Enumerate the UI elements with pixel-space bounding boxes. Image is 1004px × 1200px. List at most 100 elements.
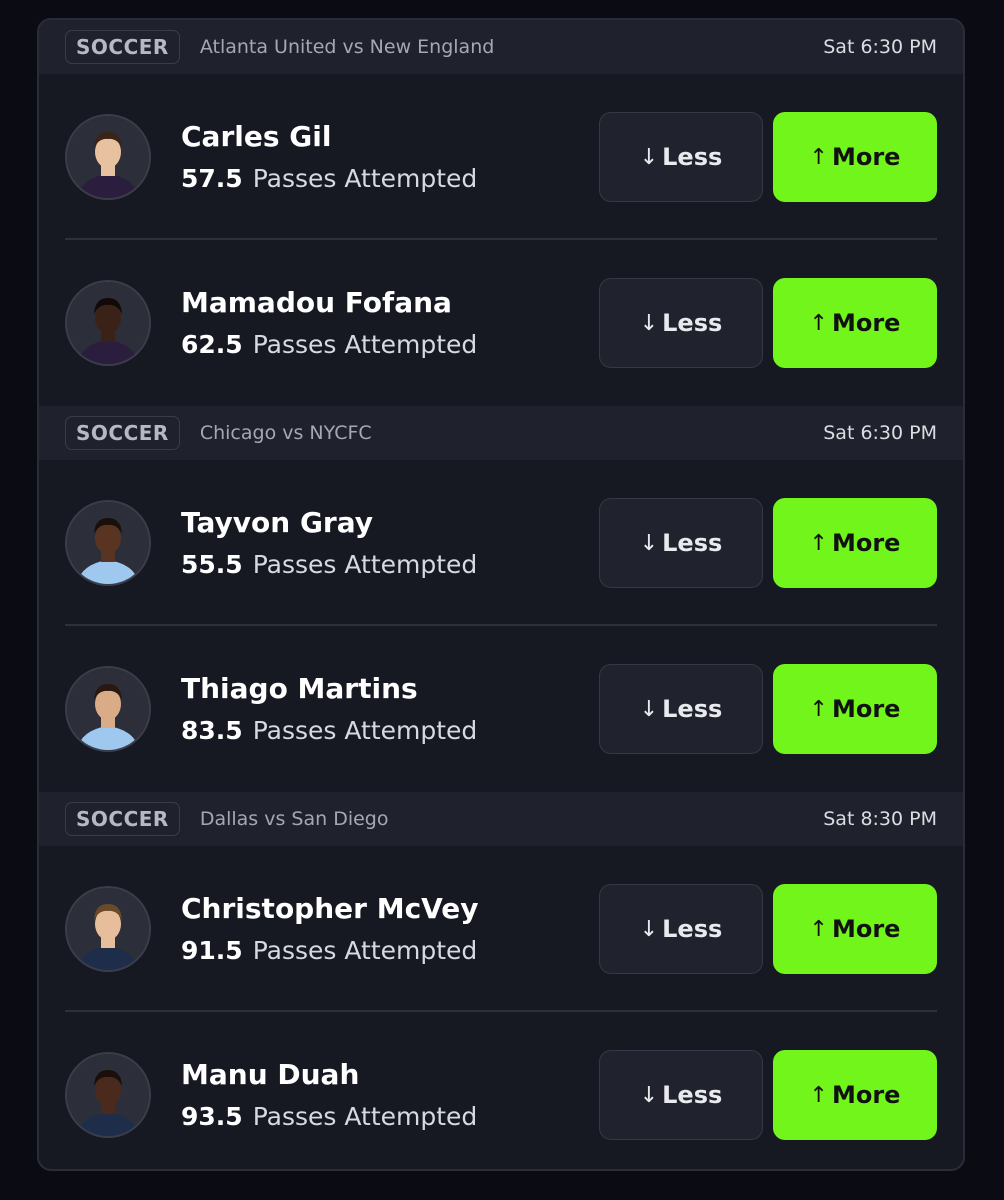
player-info: Mamadou Fofana 62.5 Passes Attempted <box>181 285 477 361</box>
more-button[interactable]: ↑ More <box>773 884 937 974</box>
arrow-up-icon: ↑ <box>809 144 828 170</box>
arrow-down-icon: ↓ <box>639 530 659 556</box>
player-photo-icon <box>67 668 149 750</box>
pick-buttons: ↓ Less ↑ More <box>599 884 937 974</box>
more-button[interactable]: ↑ More <box>773 664 937 754</box>
more-label: More <box>831 529 901 557</box>
more-button[interactable]: ↑ More <box>773 1050 937 1140</box>
picks-card: SOCCER Atlanta United vs New England Sat… <box>37 18 965 1171</box>
player-photo-icon <box>67 116 149 198</box>
less-button[interactable]: ↓ Less <box>599 112 763 202</box>
player-info: Thiago Martins 83.5 Passes Attempted <box>181 671 477 747</box>
player-info: Carles Gil 57.5 Passes Attempted <box>181 119 477 195</box>
game-header: SOCCER Chicago vs NYCFC Sat 6:30 PM <box>39 406 963 460</box>
arrow-down-icon: ↓ <box>639 1082 659 1108</box>
game-time: Sat 6:30 PM <box>823 36 937 58</box>
stat-type: Passes Attempted <box>252 164 478 193</box>
player-row: Thiago Martins 83.5 Passes Attempted ↓ Les… <box>39 626 963 792</box>
pick-buttons: ↓ Less ↑ More <box>599 278 937 368</box>
more-label: More <box>831 915 901 943</box>
game-time: Sat 6:30 PM <box>823 422 937 444</box>
pick-buttons: ↓ Less ↑ More <box>599 664 937 754</box>
matchup: Dallas vs San Diego <box>199 808 389 830</box>
less-button[interactable]: ↓ Less <box>599 278 763 368</box>
game-header: SOCCER Atlanta United vs New England Sat… <box>39 20 963 74</box>
player-avatar <box>65 1052 151 1138</box>
projection-line: 57.5 <box>181 164 243 193</box>
arrow-down-icon: ↓ <box>639 696 659 722</box>
less-button[interactable]: ↓ Less <box>599 498 763 588</box>
arrow-up-icon: ↑ <box>809 916 828 942</box>
player-photo-icon <box>67 888 149 970</box>
player-avatar <box>65 114 151 200</box>
player-avatar <box>65 666 151 752</box>
arrow-up-icon: ↑ <box>809 310 828 336</box>
player-row: Manu Duah 93.5 Passes Attempted ↓ Less ↑ Mo… <box>39 1012 963 1169</box>
stat-line: 57.5 Passes Attempted <box>181 163 477 195</box>
player-photo-icon <box>67 1054 149 1136</box>
less-label: Less <box>662 529 723 557</box>
sport-badge: SOCCER <box>65 30 180 64</box>
arrow-up-icon: ↑ <box>809 696 828 722</box>
player-name: Christopher McVey <box>181 892 479 925</box>
sport-badge: SOCCER <box>65 416 180 450</box>
less-button[interactable]: ↓ Less <box>599 884 763 974</box>
game-time: Sat 8:30 PM <box>823 808 937 830</box>
stat-line: 93.5 Passes Attempted <box>181 1101 477 1133</box>
projection-line: 62.5 <box>181 330 243 359</box>
player-avatar <box>65 886 151 972</box>
less-button[interactable]: ↓ Less <box>599 1050 763 1140</box>
matchup: Chicago vs NYCFC <box>199 422 372 444</box>
pick-buttons: ↓ Less ↑ More <box>599 498 937 588</box>
player-photo-icon <box>67 282 149 364</box>
player-name: Thiago Martins <box>181 672 418 705</box>
stat-type: Passes Attempted <box>252 550 478 579</box>
pick-buttons: ↓ Less ↑ More <box>599 112 937 202</box>
less-button[interactable]: ↓ Less <box>599 664 763 754</box>
stat-type: Passes Attempted <box>252 330 478 359</box>
stat-line: 83.5 Passes Attempted <box>181 715 477 747</box>
arrow-down-icon: ↓ <box>639 144 659 170</box>
stat-type: Passes Attempted <box>252 1102 478 1131</box>
more-button[interactable]: ↑ More <box>773 498 937 588</box>
less-label: Less <box>662 695 723 723</box>
more-label: More <box>831 143 901 171</box>
player-name: Carles Gil <box>181 120 332 153</box>
player-info: Manu Duah 93.5 Passes Attempted <box>181 1057 477 1133</box>
less-label: Less <box>662 1081 723 1109</box>
player-name: Manu Duah <box>181 1058 360 1091</box>
pick-buttons: ↓ Less ↑ More <box>599 1050 937 1140</box>
stat-line: 91.5 Passes Attempted <box>181 935 479 967</box>
player-info: Christopher McVey 91.5 Passes Attempted <box>181 891 479 967</box>
player-name: Tayvon Gray <box>181 506 374 539</box>
projection-line: 93.5 <box>181 1102 243 1131</box>
player-avatar <box>65 280 151 366</box>
stat-line: 62.5 Passes Attempted <box>181 329 477 361</box>
player-avatar <box>65 500 151 586</box>
arrow-down-icon: ↓ <box>639 916 659 942</box>
stat-type: Passes Attempted <box>252 936 478 965</box>
player-photo-icon <box>67 502 149 584</box>
arrow-up-icon: ↑ <box>809 1082 828 1108</box>
player-row: Tayvon Gray 55.5 Passes Attempted ↓ Less ↑… <box>39 460 963 626</box>
projection-line: 91.5 <box>181 936 243 965</box>
game-header: SOCCER Dallas vs San Diego Sat 8:30 PM <box>39 792 963 846</box>
stat-line: 55.5 Passes Attempted <box>181 549 477 581</box>
sport-badge: SOCCER <box>65 802 180 836</box>
more-label: More <box>831 309 901 337</box>
player-row: Christopher McVey 91.5 Passes Attempted ↓… <box>39 846 963 1012</box>
arrow-up-icon: ↑ <box>809 530 828 556</box>
player-row: Carles Gil 57.5 Passes Attempted ↓ Less ↑ M… <box>39 74 963 240</box>
less-label: Less <box>662 915 723 943</box>
player-row: Mamadou Fofana 62.5 Passes Attempted ↓ Les… <box>39 240 963 406</box>
player-name: Mamadou Fofana <box>181 286 452 319</box>
player-info: Tayvon Gray 55.5 Passes Attempted <box>181 505 477 581</box>
less-label: Less <box>662 143 723 171</box>
more-button[interactable]: ↑ More <box>773 112 937 202</box>
projection-line: 83.5 <box>181 716 243 745</box>
more-button[interactable]: ↑ More <box>773 278 937 368</box>
projection-line: 55.5 <box>181 550 243 579</box>
more-label: More <box>831 695 901 723</box>
more-label: More <box>831 1081 901 1109</box>
stat-type: Passes Attempted <box>252 716 478 745</box>
